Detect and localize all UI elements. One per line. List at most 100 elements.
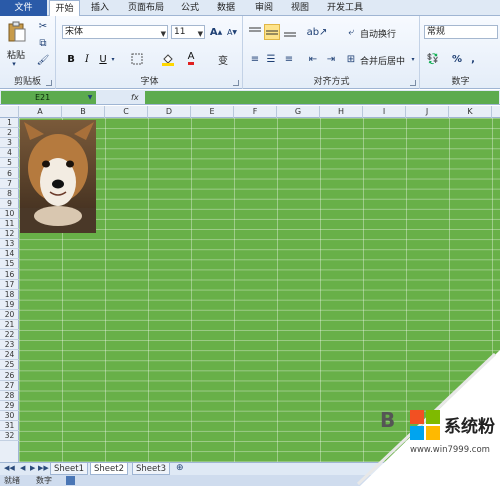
tab-review[interactable]: 审阅 (250, 0, 278, 16)
macro-record-icon[interactable] (66, 476, 75, 485)
font-color-icon[interactable]: A (184, 50, 198, 66)
row-header[interactable]: 28 (0, 391, 19, 401)
row-header[interactable]: 25 (0, 360, 19, 371)
align-bottom-icon[interactable] (283, 25, 297, 39)
number-format-select[interactable]: 常规 (424, 25, 498, 39)
chevron-down-icon[interactable]: ▾ (110, 52, 116, 66)
row-header[interactable]: 15 (0, 259, 19, 270)
font-name-select[interactable]: 宋体 ▼ (62, 25, 168, 39)
align-top-icon[interactable] (248, 25, 262, 39)
merge-center-icon[interactable]: ⊞ (344, 52, 358, 66)
align-middle-icon[interactable] (264, 24, 280, 40)
fx-button[interactable]: fx (131, 91, 143, 104)
row-header[interactable]: 29 (0, 401, 19, 411)
format-painter-icon[interactable]: 🖌 (36, 53, 50, 67)
formula-input[interactable] (145, 91, 499, 104)
insert-sheet-icon[interactable]: ⊕ (176, 463, 184, 473)
row-header[interactable]: 31 (0, 421, 19, 432)
column-header[interactable]: I (363, 106, 406, 118)
tab-home[interactable]: 开始 (49, 0, 80, 17)
tab-insert[interactable]: 插入 (86, 0, 114, 16)
row-header[interactable]: 12 (0, 229, 19, 240)
chevron-down-icon[interactable]: ▼ (86, 92, 94, 103)
paste-icon[interactable] (6, 20, 28, 44)
font-size-select[interactable]: 11 ▼ (171, 25, 205, 39)
row-header[interactable]: 4 (0, 148, 19, 159)
column-header[interactable]: C (105, 106, 148, 118)
row-header[interactable]: 26 (0, 371, 19, 381)
comma-button[interactable]: , (467, 52, 479, 66)
increase-indent-icon[interactable]: ⇥ (324, 52, 338, 66)
row-header[interactable]: 6 (0, 169, 19, 179)
align-center-icon[interactable]: ☰ (264, 52, 278, 66)
wrap-text-label[interactable]: 自动换行 (360, 27, 396, 40)
shrink-font-icon[interactable]: A ▼ (225, 25, 239, 39)
percent-button[interactable]: % (451, 52, 463, 66)
row-header[interactable]: 18 (0, 290, 19, 300)
row-header[interactable]: 8 (0, 189, 19, 199)
tab-page-layout[interactable]: 页面布局 (120, 0, 172, 16)
name-box[interactable]: E21 (1, 91, 96, 104)
row-header[interactable]: 2 (0, 128, 19, 139)
row-header[interactable]: 21 (0, 320, 19, 331)
italic-button[interactable]: I (81, 52, 93, 66)
column-header[interactable]: D (148, 106, 191, 118)
font-launcher-icon[interactable] (233, 80, 239, 86)
row-header[interactable]: 13 (0, 239, 19, 250)
next-sheet-icon[interactable]: ▶ (30, 464, 35, 472)
file-tab[interactable]: 文件 (0, 0, 47, 16)
chevron-down-icon[interactable]: ▾ (410, 54, 416, 64)
tab-developer[interactable]: 开发工具 (322, 0, 368, 16)
prev-sheet-icon[interactable]: ◀ (20, 464, 25, 472)
fill-color-icon[interactable] (161, 52, 175, 66)
column-header[interactable]: B (62, 106, 105, 118)
tab-formulas[interactable]: 公式 (176, 0, 204, 16)
sheet-tab-sheet3[interactable]: Sheet3 (132, 463, 170, 475)
grow-font-icon[interactable]: A ▲ (209, 25, 223, 39)
row-header[interactable]: 22 (0, 330, 19, 341)
paste-dropdown-icon[interactable]: ▾ (8, 60, 20, 68)
row-header[interactable]: 17 (0, 280, 19, 290)
phonetic-icon[interactable]: 变 (215, 52, 231, 67)
column-header[interactable]: A (19, 106, 62, 118)
underline-button[interactable]: U (97, 52, 109, 66)
clipboard-launcher-icon[interactable] (46, 80, 52, 86)
row-header[interactable]: 14 (0, 249, 19, 260)
row-header[interactable]: 3 (0, 138, 19, 149)
dog-photo[interactable] (20, 120, 96, 233)
tab-view[interactable]: 视图 (286, 0, 314, 16)
sheet-tab-sheet1[interactable]: Sheet1 (50, 463, 88, 475)
select-all-button[interactable] (0, 106, 19, 118)
column-header[interactable]: F (234, 106, 277, 118)
alignment-launcher-icon[interactable] (410, 80, 416, 86)
column-header[interactable]: K (449, 106, 492, 118)
align-left-icon[interactable]: ≡ (248, 52, 262, 66)
bold-button[interactable]: B (65, 52, 77, 66)
row-header[interactable]: 9 (0, 199, 19, 209)
column-header[interactable]: E (191, 106, 234, 118)
row-header[interactable]: 5 (0, 158, 19, 169)
column-header[interactable]: J (406, 106, 449, 118)
row-header[interactable]: 7 (0, 179, 19, 189)
row-header[interactable]: 19 (0, 300, 19, 310)
tab-data[interactable]: 数据 (212, 0, 240, 16)
row-header[interactable]: 32 (0, 431, 19, 442)
merge-center-label[interactable]: 合并后居中 (360, 54, 405, 67)
orientation-icon[interactable]: ab↗ (307, 25, 328, 39)
row-header[interactable]: 10 (0, 209, 19, 219)
wrap-text-icon[interactable]: ⤶ (344, 25, 358, 39)
row-header[interactable]: 11 (0, 219, 19, 230)
accounting-format-icon[interactable]: 💱 (425, 52, 441, 66)
row-header[interactable]: 1 (0, 118, 19, 129)
last-sheet-icon[interactable]: ▶▶ (38, 464, 49, 472)
row-header[interactable]: 30 (0, 411, 19, 421)
column-header[interactable]: G (277, 106, 320, 118)
row-header[interactable]: 20 (0, 310, 19, 320)
row-header[interactable]: 24 (0, 350, 19, 361)
row-header[interactable]: 27 (0, 381, 19, 391)
sheet-tab-sheet2[interactable]: Sheet2 (90, 463, 128, 475)
copy-icon[interactable]: ⧉ (36, 36, 50, 50)
cut-icon[interactable]: ✂ (36, 19, 50, 33)
row-header[interactable]: 23 (0, 340, 19, 351)
first-sheet-icon[interactable]: ◀◀ (4, 464, 15, 472)
